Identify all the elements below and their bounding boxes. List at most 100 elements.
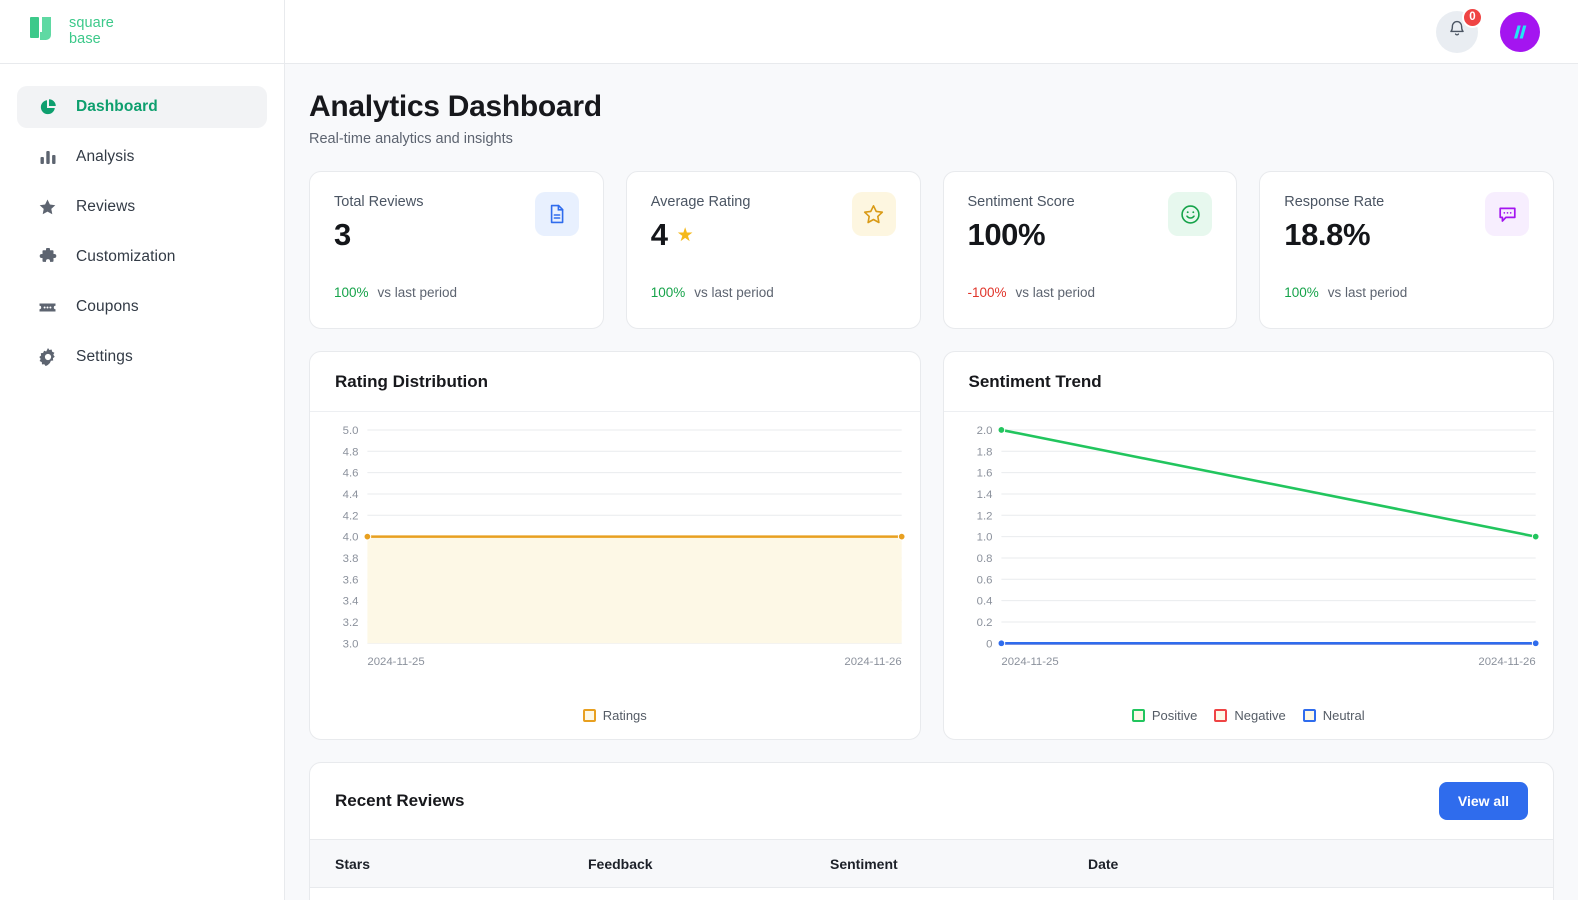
y-tick-label: 1.4 [976,489,992,501]
rating-star-icon: ★ [676,224,694,246]
cell-date [1088,888,1553,900]
main-area: 0 Analytics Dashboard Real-time analytic… [285,0,1578,900]
sidebar-item-coupons[interactable]: Coupons [17,286,267,328]
legend-item-ratings[interactable]: Ratings [582,708,647,723]
chart-legend: Ratings [310,708,920,723]
y-tick-label: 1.2 [976,510,992,522]
notifications: 0 [1436,6,1483,53]
view-all-button[interactable]: View all [1438,782,1528,820]
cell-stars: ★★★★★ [310,888,588,900]
kpi-delta: 100% vs last period [1284,285,1407,300]
sidebar-item-reviews[interactable]: Reviews [17,186,267,228]
chart-body: 2.0 1.8 1.6 1.4 1.2 1.0 0.8 0.6 0.4 0.2 0 2024-11-… [944,412,1554,739]
column-header-sentiment: Sentiment [830,855,898,872]
chart-row: Rating Distribution 5.0 4.8 4.6 4.4 4.2 4.0 3.… [309,351,1554,740]
chart-legend: Positive Negative Neutral [944,708,1554,723]
kpi-delta-note: vs last period [1015,285,1096,300]
top-bar: 0 [285,0,1578,64]
legend-swatch [1302,709,1316,722]
smiley-icon [1168,192,1213,236]
chart-card-sentiment-trend: Sentiment Trend 2.0 1.8 1.6 1.4 1.2 1.0 0.8 0.6… [942,351,1554,740]
legend-label: Ratings [602,708,647,723]
legend-item-negative[interactable]: Negative [1214,708,1286,723]
legend-label: Positive [1151,708,1198,723]
star-outline-icon [851,192,896,236]
kpi-cards: Total Reviews 3 100% vs last period Aver… [309,171,1554,329]
kpi-delta-note: vs last period [1327,285,1408,300]
table-row[interactable]: ★★★★★ [310,888,1553,900]
sidebar-item-label: Analysis [76,148,135,165]
y-tick-label: 1.8 [976,446,992,458]
y-tick-label: 1.6 [976,468,992,480]
x-tick-label: 2024-11-25 [367,656,424,668]
y-tick-label: 3.8 [343,553,359,565]
y-tick-label: 4.2 [343,510,359,522]
column-header-stars: Stars [335,855,371,872]
y-tick-label: 4.6 [343,468,359,480]
kpi-value: 3 [334,217,351,252]
chart-title: Rating Distribution [335,371,488,391]
star-icon [38,198,57,217]
table-header: Stars Feedback Sentiment Date [310,839,1553,888]
chart-title: Sentiment Trend [968,371,1102,391]
y-tick-label: 4.8 [343,446,359,458]
chart-card-rating-distribution: Rating Distribution 5.0 4.8 4.6 4.4 4.2 4.0 3.… [309,351,921,740]
y-tick-label: 3.0 [343,638,359,650]
app-root: square base Dashboard Analysis Reviews C… [0,0,1578,900]
legend-item-positive[interactable]: Positive [1131,708,1198,723]
notification-badge: 0 [1462,6,1483,28]
kpi-delta-value: 100% [650,285,686,300]
y-tick-label: 0.4 [976,596,992,608]
x-tick-label: 2024-11-25 [1001,656,1058,668]
sentiment-trend-chart: 2.0 1.8 1.6 1.4 1.2 1.0 0.8 0.6 0.4 0.2 0 2024-11-… [976,425,1540,668]
legend-swatch [1214,709,1228,722]
recent-reviews-title: Recent Reviews [335,791,465,810]
sidebar-item-settings[interactable]: Settings [17,336,267,378]
kpi-delta-note: vs last period [694,285,774,300]
sidebar-item-label: Dashboard [76,98,158,115]
brand-line-2: base [69,30,101,47]
x-tick-label: 2024-11-26 [844,656,901,668]
cell-feedback [588,888,830,900]
kpi-delta: 100% vs last period [334,285,457,300]
sidebar-item-label: Settings [76,348,133,365]
kpi-delta-value: 100% [334,285,369,300]
dashboard-content: Analytics Dashboard Real-time analytics … [285,64,1578,900]
sidebar-item-label: Customization [76,248,176,265]
y-tick-label: 5.0 [343,425,359,437]
brand-logo[interactable]: square base [0,0,284,64]
y-tick-label: 0.2 [976,617,992,629]
brand-line-1: square [69,15,114,32]
kpi-delta-value: -100% [967,285,1007,300]
kpi-delta-note: vs last period [377,285,458,300]
kpi-card-average-rating: Average Rating 4 ★ 100% vs last period [625,171,921,329]
avatar[interactable] [1500,11,1540,52]
page-subtitle: Real-time analytics and insights [309,131,513,147]
chart-header: Rating Distribution [310,352,920,412]
legend-swatch [1131,709,1145,722]
kpi-card-total-reviews: Total Reviews 3 100% vs last period [309,171,604,329]
chat-bubble-icon [1485,192,1529,236]
squarebase-logo-icon [28,15,60,49]
kpi-card-response-rate: Response Rate 18.8% 100% vs last period [1259,171,1554,329]
avatar-glyph [1514,25,1527,38]
y-tick-label: 1.0 [976,532,992,544]
column-header-feedback: Feedback [588,855,653,872]
cell-sentiment [830,888,1088,900]
y-tick-label: 3.4 [343,596,359,608]
rating-distribution-chart: 5.0 4.8 4.6 4.4 4.2 4.0 3.8 3.6 3.4 3.2 3.0 2024-1… [343,425,906,668]
sidebar-item-dashboard[interactable]: Dashboard [17,86,267,128]
y-tick-label: 3.2 [343,617,359,629]
kpi-value: 100% [967,217,1046,252]
page-title: Analytics Dashboard [309,90,602,123]
y-tick-label: 0 [986,638,992,650]
y-tick-label: 2.0 [976,425,992,437]
x-tick-label: 2024-11-26 [1478,656,1535,668]
legend-item-neutral[interactable]: Neutral [1302,708,1365,723]
sidebar-item-analysis[interactable]: Analysis [17,136,267,178]
kpi-delta: -100% vs last period [968,285,1096,300]
kpi-card-sentiment-score: Sentiment Score 100% -100% vs last perio… [942,171,1238,329]
sidebar-item-customization[interactable]: Customization [17,236,267,278]
y-tick-label: 3.6 [343,574,359,586]
sidebar: square base Dashboard Analysis Reviews C… [0,0,285,900]
